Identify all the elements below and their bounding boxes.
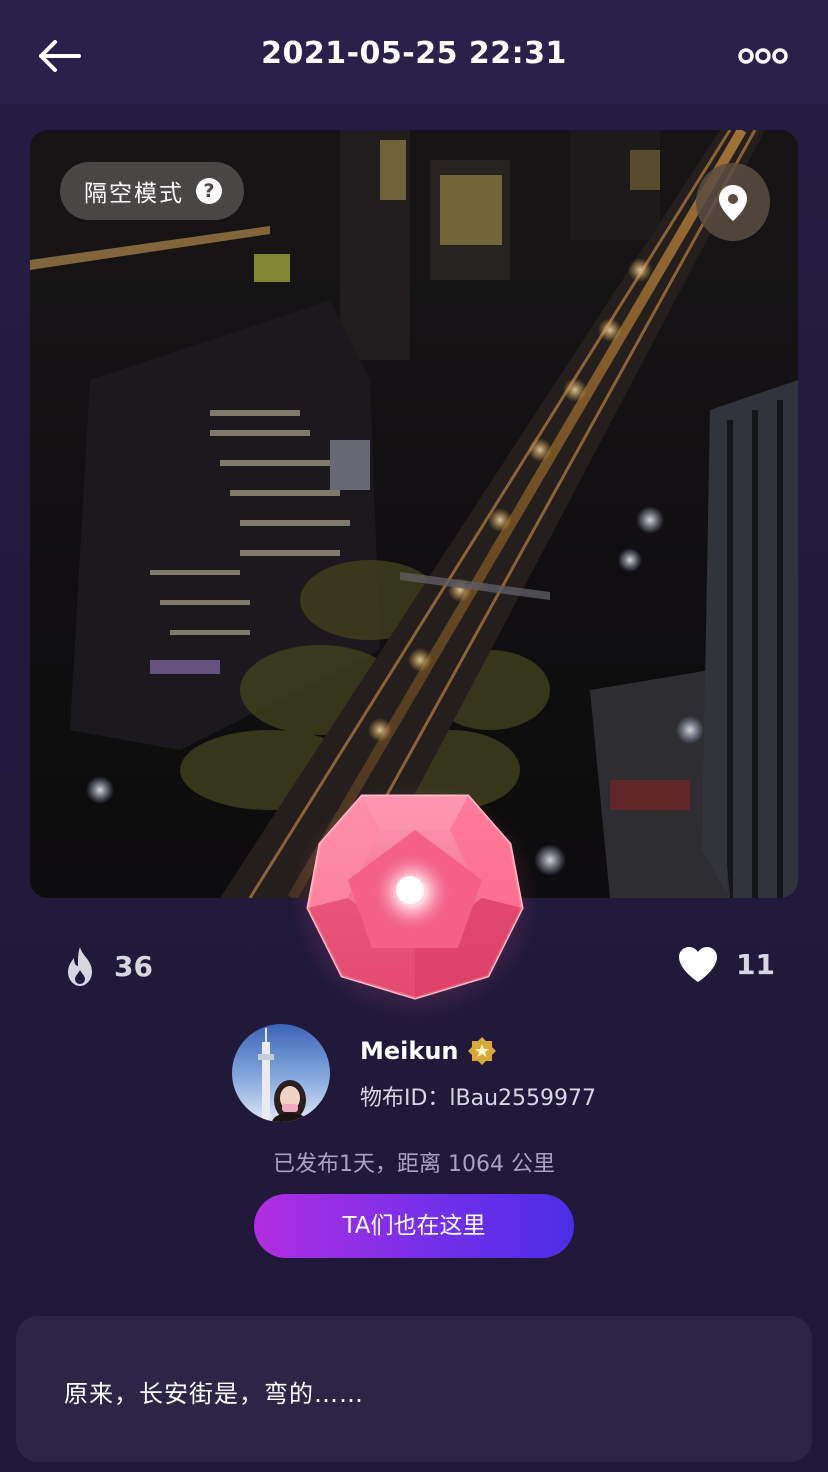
location-button[interactable]: [696, 163, 770, 241]
top-bar: 2021-05-25 22:31: [0, 0, 828, 104]
like-stat[interactable]: 11: [676, 944, 775, 984]
user-id: 物布ID：lBau2559977: [360, 1086, 597, 1111]
gold-badge-icon: [467, 1037, 496, 1065]
username: Meikun: [360, 1037, 459, 1065]
ellipsis-icon: [738, 48, 788, 64]
more-button[interactable]: [738, 42, 788, 70]
flame-icon: [68, 947, 92, 986]
map-pin-icon: [719, 185, 747, 221]
publish-info: 已发布1天，距离 1064 公里: [273, 1152, 555, 1177]
post-detail-page: 2021-05-25 22:31 隔空模式 ? 36 11 Meikun 物布I…: [0, 0, 828, 1472]
like-count: 11: [736, 947, 775, 981]
username-row: Meikun: [360, 1036, 497, 1066]
post-caption: 原来，长安街是，弯的……: [64, 1380, 364, 1408]
heat-stat: 36: [62, 944, 153, 988]
avatar[interactable]: [232, 1024, 330, 1122]
page-title: 2021-05-25 22:31: [261, 36, 567, 71]
comment-card: 原来，长安街是，弯的……: [16, 1316, 812, 1462]
heart-icon: [679, 947, 717, 982]
heat-count: 36: [114, 949, 153, 983]
isolation-mode-pill[interactable]: 隔空模式 ?: [60, 162, 244, 220]
pink-gem-icon[interactable]: [290, 780, 540, 1020]
question-circle-icon: ?: [196, 178, 222, 204]
mode-label: 隔空模式: [84, 181, 184, 207]
they-are-here-button[interactable]: TA们也在这里: [254, 1194, 574, 1258]
